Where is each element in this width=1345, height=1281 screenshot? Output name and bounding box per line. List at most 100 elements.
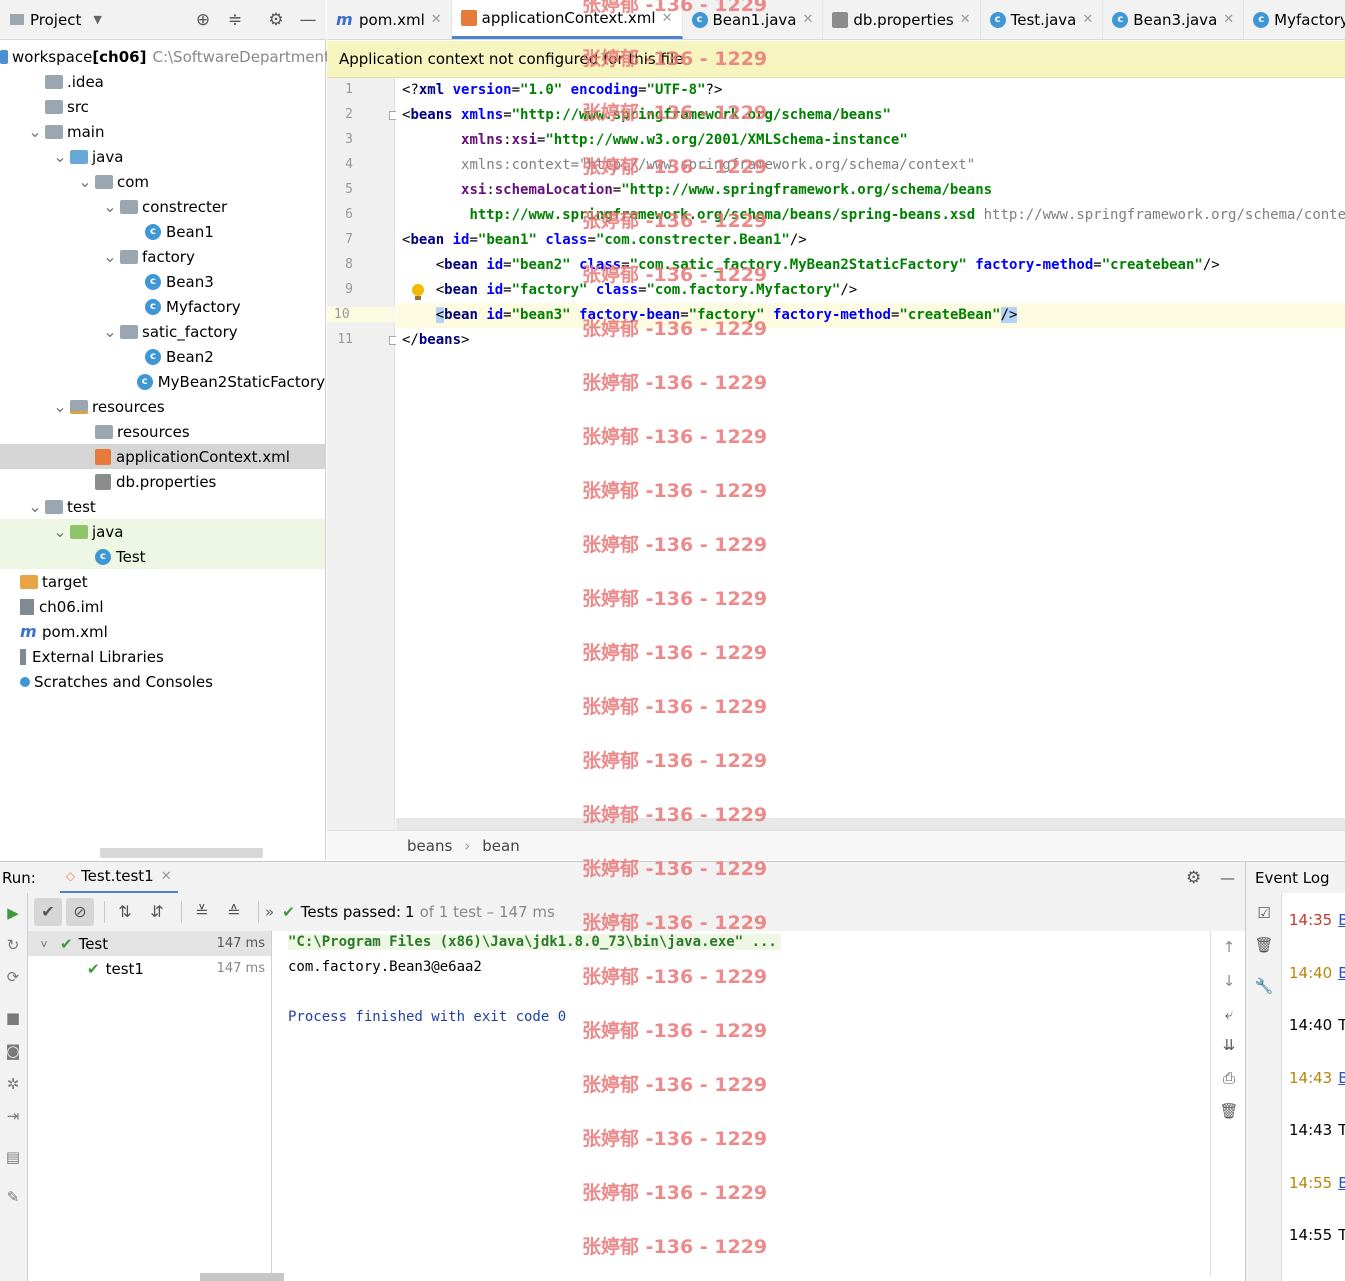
close-icon[interactable]: ✕ <box>1223 12 1234 27</box>
event-text[interactable]: B <box>1338 964 1345 982</box>
mark-read-icon[interactable]: ☑ <box>1254 903 1274 923</box>
expand-all-icon[interactable]: ≚ <box>188 898 216 926</box>
project-tree-item[interactable]: ⌄ constrecter <box>0 194 325 219</box>
editor-horizontal-scrollbar[interactable] <box>396 818 1345 830</box>
event-text[interactable]: B <box>1338 911 1345 929</box>
code-line[interactable]: xsi:schemaLocation="http://www.springfra… <box>396 178 1345 203</box>
lightbulb-icon[interactable] <box>412 284 424 300</box>
project-tree-item[interactable]: ⌄ java <box>0 519 325 544</box>
run-config-tab[interactable]: ◇ Test.test1 ✕ <box>59 862 178 894</box>
console-output[interactable]: "C:\Program Files (x86)\Java\jdk1.8.0_73… <box>273 931 1210 1276</box>
project-tree-item[interactable]: ch06.iml <box>0 594 325 619</box>
close-icon[interactable]: ✕ <box>802 12 813 27</box>
code-line[interactable]: xmlns:context="http://www.springframewor… <box>396 153 1345 178</box>
gear-icon[interactable]: ⚙ <box>1186 868 1201 888</box>
breadcrumb-item-beans[interactable]: beans <box>407 837 452 855</box>
project-tree-item[interactable]: target <box>0 569 325 594</box>
editor-tab[interactable]: c Test.java ✕ <box>981 0 1104 39</box>
project-view-title[interactable]: Project <box>30 11 81 29</box>
print-icon[interactable]: ⎙ <box>1219 1068 1239 1088</box>
editor-tab[interactable]: c Bean1.java ✕ <box>683 0 824 39</box>
event-log-title[interactable]: Event Log <box>1255 869 1330 887</box>
code-line[interactable]: <?xml version="1.0" encoding="UTF-8"?> <box>396 78 1345 103</box>
project-tree-item[interactable]: c Bean2 <box>0 344 325 369</box>
stop-icon[interactable]: ■ <box>3 1008 23 1028</box>
chevron-down-icon[interactable]: v <box>34 937 54 950</box>
chevron-down-icon[interactable]: ⌄ <box>50 147 70 166</box>
project-tree-item[interactable]: workspace [ch06] C:\SoftwareDepartment\ <box>0 44 335 69</box>
close-icon[interactable]: ✕ <box>431 12 442 27</box>
run-horizontal-scrollbar[interactable] <box>200 1273 284 1281</box>
test-row[interactable]: v ✔ Test 147 ms <box>28 931 271 956</box>
import-tests-icon[interactable]: ⇥ <box>3 1106 23 1126</box>
project-tree-item[interactable]: ⌄ test <box>0 494 325 519</box>
wrench-icon[interactable]: 🔧 <box>1254 976 1274 996</box>
code-line[interactable]: <bean id="bean2" class="com.satic_factor… <box>396 253 1345 278</box>
project-tree-item[interactable]: Scratches and Consoles <box>0 669 325 694</box>
event-log-entry[interactable]: 14:55 T <box>1289 1226 1345 1244</box>
event-log-entry[interactable]: 14:43 B <box>1289 1069 1345 1087</box>
arrow-down-icon[interactable]: ↓ <box>1219 971 1239 991</box>
project-tree-item[interactable]: c MyBean2StaticFactory <box>0 369 325 394</box>
project-tree-item[interactable]: m pom.xml <box>0 619 325 644</box>
pin-icon[interactable]: ✎ <box>3 1187 23 1207</box>
event-log-entry[interactable]: 14:40 B <box>1289 964 1345 982</box>
event-text[interactable]: B <box>1338 1174 1345 1192</box>
close-icon[interactable]: ✕ <box>662 11 673 26</box>
show-passed-icon[interactable]: ✔ <box>34 898 62 926</box>
event-log-entry[interactable]: 14:40 T <box>1289 1016 1345 1034</box>
project-tree-item[interactable]: db.properties <box>0 469 325 494</box>
toggle-auto-test-icon[interactable]: ⟳ <box>3 967 23 987</box>
sort-duration-icon[interactable]: ⇵ <box>143 898 171 926</box>
project-tree-item[interactable]: External Libraries <box>0 644 325 669</box>
code-line[interactable]: xmlns:xsi="http://www.w3.org/2001/XMLSch… <box>396 128 1345 153</box>
code-line[interactable]: </beans> <box>396 328 1345 353</box>
settings-gear-icon[interactable]: ✲ <box>3 1074 23 1094</box>
layout-icon[interactable]: ▤ <box>3 1147 23 1167</box>
project-tree-item[interactable]: src <box>0 94 325 119</box>
chevron-down-icon[interactable]: ⌄ <box>100 247 120 266</box>
chevron-down-icon[interactable]: ⌄ <box>100 322 120 341</box>
code-line[interactable]: <bean id="bean1" class="com.constrecter.… <box>396 228 1345 253</box>
editor-tab[interactable]: cMyfactory.j <box>1244 0 1345 39</box>
hide-icon[interactable]: — <box>298 10 318 30</box>
locate-icon[interactable]: ⊕ <box>193 10 213 30</box>
collapse-all-icon[interactable]: ≙ <box>220 898 248 926</box>
chevron-down-icon[interactable]: ⌄ <box>50 397 70 416</box>
event-text[interactable]: B <box>1338 1069 1345 1087</box>
scroll-to-end-icon[interactable]: ⇊ <box>1219 1035 1239 1055</box>
camera-icon[interactable]: ◙ <box>3 1041 23 1061</box>
code-line[interactable]: http://www.springframework.org/schema/be… <box>396 203 1345 228</box>
project-tree-item[interactable]: c Myfactory <box>0 294 325 319</box>
chevron-down-icon[interactable]: ▼ <box>93 13 101 26</box>
code-line-current[interactable]: <bean id="bean3" factory-bean="factory" … <box>396 303 1345 328</box>
project-tree-item[interactable]: c Test <box>0 544 325 569</box>
hide-icon[interactable]: — <box>1220 869 1235 887</box>
more-icon[interactable]: » <box>265 903 274 921</box>
gear-icon[interactable]: ⚙ <box>266 10 286 30</box>
project-tree-item[interactable]: .idea <box>0 69 325 94</box>
code-line[interactable]: <beans xmlns="http://www.springframework… <box>396 103 1345 128</box>
trash-icon[interactable]: 🗑 <box>1254 935 1274 955</box>
close-icon[interactable]: ✕ <box>1082 12 1093 27</box>
project-tree-item[interactable]: ⌄ com <box>0 169 325 194</box>
editor-tab[interactable]: applicationContext.xml ✕ <box>451 0 683 39</box>
code-line[interactable]: <bean id="factory" class="com.factory.My… <box>396 278 1345 303</box>
chevron-down-icon[interactable]: ⌄ <box>100 197 120 216</box>
collapse-all-icon[interactable]: ≑ <box>225 10 245 30</box>
project-tree-item[interactable]: ⌄ factory <box>0 244 325 269</box>
chevron-down-icon[interactable]: ⌄ <box>25 497 45 516</box>
arrow-up-icon[interactable]: ↑ <box>1219 937 1239 957</box>
close-icon[interactable]: ✕ <box>161 869 172 884</box>
editor-tab[interactable]: m pom.xml ✕ <box>327 0 452 39</box>
project-tree-item[interactable]: resources <box>0 419 325 444</box>
soft-wrap-icon[interactable]: ⤶ <box>1219 1004 1239 1024</box>
project-horizontal-scrollbar[interactable] <box>100 848 263 858</box>
close-icon[interactable]: ✕ <box>960 12 971 27</box>
project-tree-item[interactable]: ⌄ satic_factory <box>0 319 325 344</box>
show-ignored-icon[interactable]: ⊘ <box>66 898 94 926</box>
code-editor[interactable]: <?xml version="1.0" encoding="UTF-8"?> <… <box>396 78 1345 830</box>
project-tree-item[interactable]: ⌄ resources <box>0 394 325 419</box>
test-row[interactable]: ✔ test1 147 ms <box>28 956 271 981</box>
chevron-down-icon[interactable]: ⌄ <box>50 522 70 541</box>
